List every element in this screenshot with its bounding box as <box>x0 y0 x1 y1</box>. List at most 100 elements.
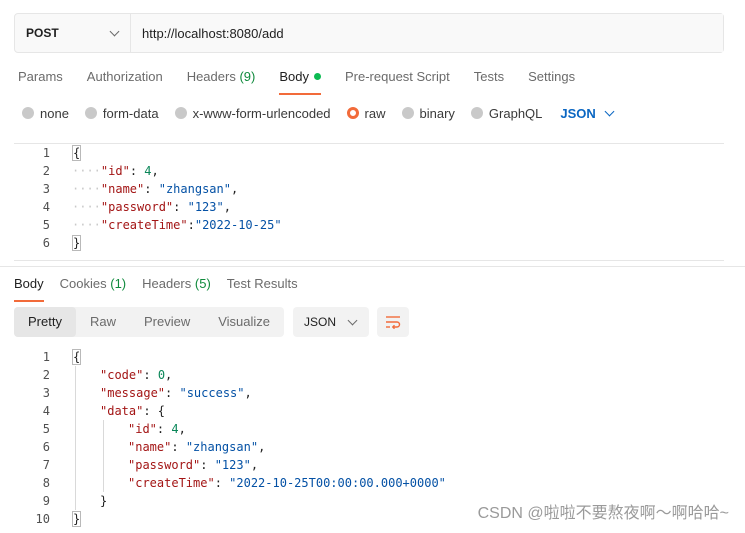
response-tab-cookies[interactable]: Cookies (1) <box>60 275 126 299</box>
chevron-down-icon <box>604 106 615 116</box>
code-text: ····"createTime":"2022-10-25" <box>50 218 282 232</box>
radio-circle-icon <box>401 107 414 119</box>
tab-body[interactable]: Body <box>279 68 321 95</box>
tab-label: Cookies <box>59 276 107 291</box>
wrap-lines-button[interactable] <box>377 307 410 337</box>
token-punc: : <box>156 422 172 436</box>
code-text: "data": { <box>50 404 165 418</box>
line-number: 6 <box>42 236 50 250</box>
token-punc: , <box>165 368 173 382</box>
tab-headers[interactable]: Headers (9) <box>187 68 256 92</box>
token-punc: , <box>178 422 186 436</box>
token-punc: : <box>200 458 215 472</box>
radio-label: GraphQL <box>488 105 543 121</box>
line-number: 1 <box>42 146 50 160</box>
token-ws: ···· <box>72 200 101 214</box>
method-select[interactable]: POST <box>15 14 131 52</box>
radio-none[interactable]: none <box>22 106 69 121</box>
url-input[interactable]: http://localhost:8080/add <box>131 14 723 52</box>
tab-label: Body <box>279 69 309 84</box>
radio-form-data[interactable]: form-data <box>84 106 159 121</box>
tab-label: Test Results <box>226 276 298 291</box>
tab-label: Headers <box>142 276 192 291</box>
line-number: 2 <box>42 164 50 178</box>
tab-pre-request-script[interactable]: Pre-request Script <box>345 68 450 92</box>
line-number: 9 <box>42 494 50 508</box>
request-bar: POST http://localhost:8080/add <box>14 13 724 53</box>
code-line: 1{ <box>14 144 724 162</box>
token-punc: : { <box>143 404 166 418</box>
token-str: "2022-10-25T00:00:00.000+0000" <box>229 476 446 490</box>
token-num: 4 <box>171 422 179 436</box>
tab-label: Pre-request Script <box>344 69 450 84</box>
radio-circle-icon <box>470 107 483 119</box>
line-number: 2 <box>42 368 50 382</box>
code-line: 6} <box>14 234 724 252</box>
response-format-select[interactable]: JSON <box>293 307 370 337</box>
token-punc: : <box>171 440 186 454</box>
tab-authorization[interactable]: Authorization <box>87 68 163 92</box>
code-line: 8 "createTime": "2022-10-25T00:00:00.000+… <box>14 474 724 492</box>
line-number: 5 <box>42 218 50 232</box>
radio-raw[interactable]: raw <box>346 105 386 121</box>
line-number: 3 <box>42 182 50 196</box>
request-tabs: Params Authorization Headers (9) Body Pre-re… <box>18 68 599 95</box>
request-body-editor[interactable]: 1{2 ····"id": 4, 3 ····"name": "zhangsan", 4… <box>14 143 724 261</box>
code-text: } <box>50 494 107 508</box>
token-punc: : <box>165 386 180 400</box>
token-str: "success" <box>179 386 245 400</box>
token-str: "zhangsan" <box>158 182 231 196</box>
response-tabs: Body Cookies (1) Headers (5) Test Results <box>14 275 314 302</box>
body-language-select[interactable]: JSON <box>560 105 615 121</box>
token-key: "code" <box>100 368 144 382</box>
code-text: ····"password": "123", <box>50 200 231 214</box>
modified-dot-icon <box>313 73 321 80</box>
token-punc: : <box>187 218 195 232</box>
radio-circle-icon <box>346 107 359 119</box>
token-punc: : <box>129 164 145 178</box>
token-key: "id" <box>100 164 130 178</box>
radio-x-www-form-urlencoded[interactable]: x-www-form-urlencoded <box>174 105 331 121</box>
token-key: "name" <box>128 440 172 454</box>
token-punc: , <box>244 386 252 400</box>
tab-count: (5) <box>194 276 211 291</box>
line-number: 7 <box>42 458 50 472</box>
code-text: "createTime": "2022-10-25T00:00:00.000+0… <box>50 476 446 490</box>
view-mode-visualize[interactable]: Visualize <box>204 307 284 337</box>
radio-label: x-www-form-urlencoded <box>192 105 331 121</box>
token-punc: , <box>230 182 239 196</box>
response-tab-body[interactable]: Body <box>14 275 44 302</box>
code-text: "code": 0, <box>50 368 172 382</box>
radio-circle-icon <box>174 107 187 119</box>
view-mode-raw[interactable]: Raw <box>76 307 130 337</box>
tab-label: Settings <box>528 69 576 84</box>
radio-GraphQL[interactable]: GraphQL <box>470 105 543 121</box>
token-key: "message" <box>100 386 166 400</box>
view-mode-pretty[interactable]: Pretty <box>14 307 76 337</box>
code-text: "name": "zhangsan", <box>50 440 265 454</box>
tab-label: Body <box>14 276 44 291</box>
token-key: "name" <box>100 182 145 196</box>
code-line: 5 "id": 4, <box>14 420 724 438</box>
token-punc: : <box>143 368 158 382</box>
token-punc: : <box>144 182 159 196</box>
token-punc: { <box>72 349 82 365</box>
tab-tests[interactable]: Tests <box>474 68 504 92</box>
token-punc: { <box>72 145 82 161</box>
response-tab-headers[interactable]: Headers (5) <box>142 275 211 299</box>
response-view-bar: Pretty Raw Preview Visualize JSON <box>14 307 410 337</box>
response-tab-test-results[interactable]: Test Results <box>227 275 298 299</box>
radio-label: raw <box>364 105 386 121</box>
token-num: 0 <box>157 368 166 382</box>
code-text: "password": "123", <box>50 458 258 472</box>
view-mode-preview[interactable]: Preview <box>130 307 204 337</box>
token-punc: , <box>151 164 159 178</box>
line-number: 4 <box>42 404 50 418</box>
token-punc: , <box>250 458 259 472</box>
body-language-label: JSON <box>560 105 596 121</box>
radio-circle-icon <box>84 107 97 119</box>
radio-binary[interactable]: binary <box>401 106 455 121</box>
tab-params[interactable]: Params <box>18 68 63 92</box>
tab-count: (1) <box>110 276 127 291</box>
tab-settings[interactable]: Settings <box>528 68 575 92</box>
